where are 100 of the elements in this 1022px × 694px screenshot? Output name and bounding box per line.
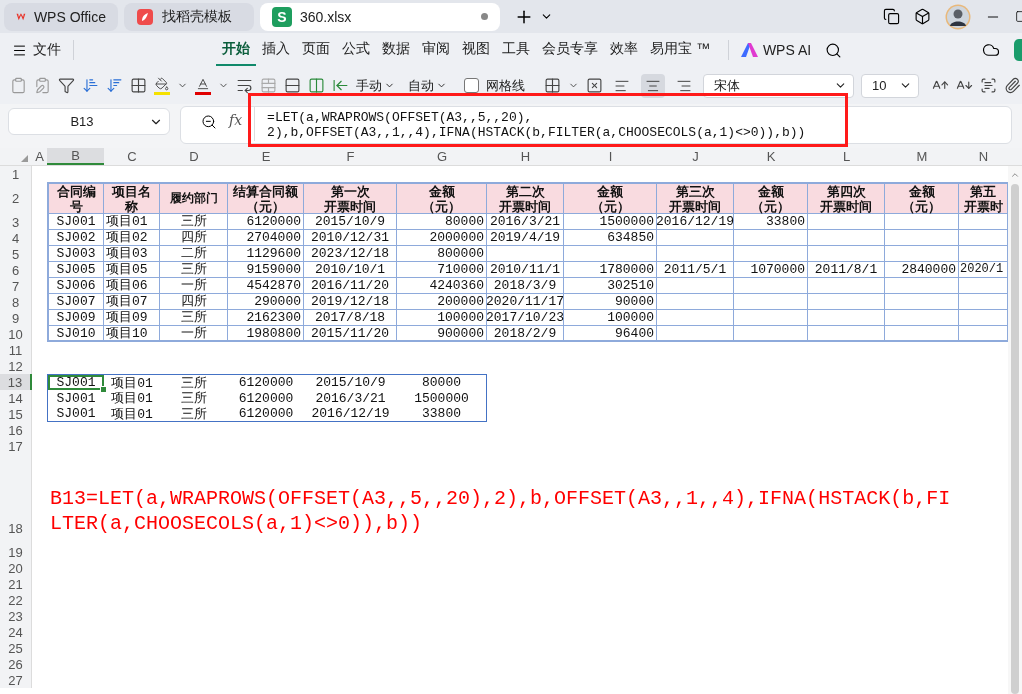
gridlines-checkbox[interactable] — [464, 78, 479, 93]
window-icon[interactable] — [883, 8, 900, 25]
document-tab[interactable]: 找稻壳模板 — [124, 2, 254, 31]
table-cell: 2000000 — [397, 230, 487, 246]
column-header[interactable]: G — [397, 148, 487, 165]
column-header[interactable]: D — [160, 148, 228, 165]
column-header[interactable]: E — [228, 148, 304, 165]
fx-label[interactable]: fx — [229, 112, 243, 128]
ribbon-tab[interactable]: 易用宝 ™ — [644, 34, 716, 66]
row-number[interactable]: 1 — [0, 166, 32, 182]
column-header[interactable]: L — [808, 148, 885, 165]
fill-color-icon[interactable] — [154, 76, 170, 95]
wps-ai-button[interactable]: WPS AI — [762, 42, 812, 58]
row-number[interactable]: 16 — [0, 422, 32, 438]
ribbon-tab[interactable]: 效率 — [604, 34, 644, 66]
document-tab[interactable]: WPS Office — [4, 2, 118, 31]
table-cell: 2011/5/1 — [657, 262, 734, 278]
file-menu[interactable]: 文件 — [33, 41, 61, 59]
table-cell: 项目10 — [104, 326, 160, 342]
row-number[interactable]: 15 — [0, 406, 32, 422]
formula-field[interactable]: fx =LET(a,WRAPROWS(OFFSET(A3,,5,,20), 2),b,OFFSET(A3,,1,,4),IFNA(HSTACK(b,FILTER(a,CHOOSECOLS(a,1)<>0)),b)) — [180, 106, 1012, 144]
column-header[interactable]: N — [959, 148, 1008, 165]
ribbon-tab[interactable]: 工具 — [496, 34, 536, 66]
arrow-left-to-line-icon[interactable] — [332, 77, 349, 94]
paperclip-icon[interactable] — [1004, 77, 1021, 94]
row-number[interactable]: 2 — [0, 182, 32, 214]
row-number[interactable]: 10 — [0, 326, 32, 342]
ribbon-tab[interactable]: 视图 — [456, 34, 496, 66]
ribbon-tab[interactable]: 公式 — [336, 34, 376, 66]
row-number[interactable]: 27 — [0, 672, 32, 688]
ribbon-tab[interactable]: 开始 — [216, 34, 256, 66]
row-number[interactable]: 12 — [0, 358, 32, 374]
row-number[interactable]: 22 — [0, 592, 32, 608]
row-number[interactable]: 7 — [0, 278, 32, 294]
row-number[interactable]: 3 — [0, 214, 32, 230]
row-number[interactable]: 6 — [0, 262, 32, 278]
avatar-icon[interactable] — [945, 3, 971, 30]
fill-handle[interactable] — [100, 386, 107, 393]
ribbon-tab[interactable]: 页面 — [296, 34, 336, 66]
search-icon[interactable] — [825, 41, 843, 59]
menu-icon[interactable] — [12, 42, 27, 58]
column-header[interactable]: J — [657, 148, 734, 165]
row-number[interactable]: 8 — [0, 294, 32, 310]
row-number[interactable]: 4 — [0, 230, 32, 246]
ribbon-tab[interactable]: 会员专享 — [536, 34, 604, 66]
ribbon-tab[interactable]: 插入 — [256, 34, 296, 66]
merge-cells-icon[interactable] — [260, 77, 277, 94]
text-color-icon[interactable] — [195, 76, 211, 95]
borders-icon[interactable] — [544, 77, 561, 94]
zoom-out-icon[interactable] — [201, 114, 217, 130]
row-number[interactable]: 11 — [0, 342, 32, 358]
share-button[interactable] — [1014, 39, 1022, 61]
clipboard-pen-icon[interactable] — [34, 77, 51, 94]
row-number[interactable]: 19 — [0, 544, 32, 560]
row-number[interactable]: 24 — [0, 624, 32, 640]
row-number[interactable]: 25 — [0, 640, 32, 656]
row-number[interactable]: 21 — [0, 576, 32, 592]
text-frame-icon[interactable] — [980, 77, 997, 94]
cloud-icon[interactable] — [982, 41, 1000, 59]
row-number[interactable]: 20 — [0, 560, 32, 576]
row-number[interactable]: 5 — [0, 246, 32, 262]
ribbon-tab[interactable]: 审阅 — [416, 34, 456, 66]
clear-format-icon[interactable] — [586, 77, 603, 94]
row-number[interactable]: 13 — [0, 374, 32, 390]
table-cell: 100000 — [397, 310, 487, 326]
grid-icon[interactable] — [130, 77, 147, 94]
sort-ascending-icon[interactable] — [82, 77, 99, 94]
name-box[interactable]: B13 — [8, 108, 170, 135]
column-header[interactable]: M — [885, 148, 959, 165]
column-header[interactable]: I — [564, 148, 657, 165]
cube-icon[interactable] — [914, 8, 931, 25]
table-cell: 800000 — [397, 246, 487, 262]
row-number[interactable]: 14 — [0, 390, 32, 406]
wrap-text-icon[interactable] — [236, 77, 253, 94]
column-header[interactable]: A — [32, 148, 47, 165]
row-number[interactable]: 9 — [0, 310, 32, 326]
sort-descending-icon[interactable] — [106, 77, 123, 94]
row-number[interactable]: 18 — [0, 454, 32, 544]
clipboard-icon[interactable] — [10, 77, 27, 94]
vertical-scrollbar[interactable] — [1008, 166, 1022, 694]
columns-icon[interactable] — [308, 77, 325, 94]
column-header[interactable]: C — [104, 148, 160, 165]
column-header[interactable]: K — [734, 148, 808, 165]
font-size-select[interactable]: 10 — [861, 73, 919, 98]
table-cell: 2016/12/19 — [657, 214, 734, 230]
row-number[interactable]: 17 — [0, 438, 32, 454]
table-cell: SJ002 — [47, 230, 104, 246]
column-header[interactable]: B — [47, 148, 104, 165]
row-number[interactable]: 26 — [0, 656, 32, 672]
document-tab[interactable]: S 360.xlsx — [260, 2, 500, 31]
table-cell: 一所 — [160, 326, 228, 342]
scrollbar-thumb[interactable] — [1011, 184, 1019, 694]
row-number[interactable]: 23 — [0, 608, 32, 624]
column-header[interactable]: F — [304, 148, 397, 165]
ribbon-tab[interactable]: 数据 — [376, 34, 416, 66]
rows-icon[interactable] — [284, 77, 301, 94]
column-header[interactable]: H — [487, 148, 564, 165]
filter-icon[interactable] — [58, 77, 75, 94]
column-width-dropdown[interactable]: 自动 — [408, 76, 447, 95]
row-height-dropdown[interactable]: 手动 — [356, 76, 395, 95]
